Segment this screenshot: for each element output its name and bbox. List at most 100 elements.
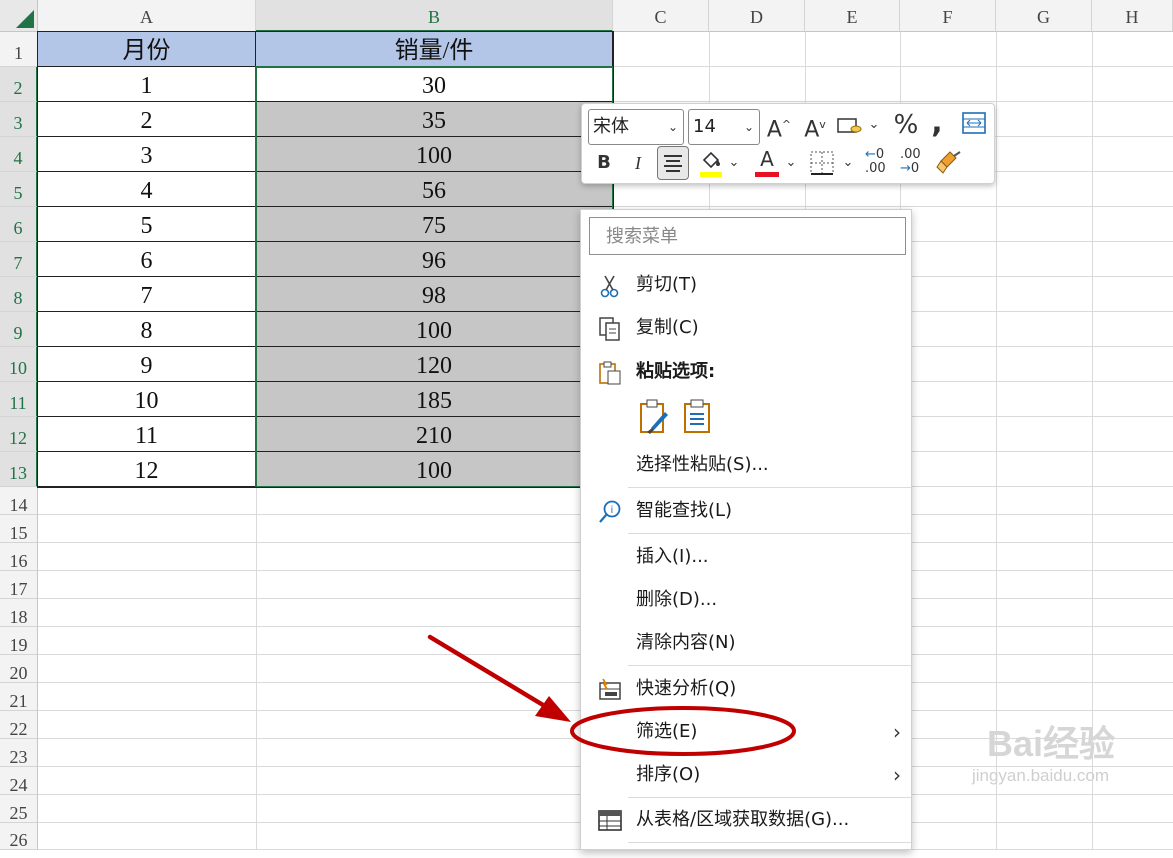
font-shrink-icon[interactable]: Av	[801, 108, 829, 144]
chevron-down-icon[interactable]: ⌄	[727, 146, 741, 180]
column-header-h[interactable]: H	[1092, 0, 1173, 32]
row-header-15[interactable]: 15	[0, 515, 38, 543]
menu-item-get-data[interactable]: 从表格/区域获取数据(G)...	[581, 799, 911, 841]
cell-month[interactable]: 10	[38, 382, 256, 417]
cell-sales[interactable]: 75	[256, 207, 613, 242]
cell-month[interactable]: 6	[38, 242, 256, 277]
column-header-g[interactable]: G	[996, 0, 1092, 32]
italic-icon[interactable]: I	[626, 146, 650, 180]
row-header-24[interactable]: 24	[0, 767, 38, 795]
row-header-18[interactable]: 18	[0, 599, 38, 627]
cell-month[interactable]: 8	[38, 312, 256, 347]
center-align-icon[interactable]	[657, 146, 689, 180]
paste-icon[interactable]	[681, 398, 715, 436]
row-header-26[interactable]: 26	[0, 823, 38, 850]
cell-sales[interactable]: 30	[256, 67, 613, 102]
paste-formatting-icon[interactable]	[637, 398, 671, 436]
borders-icon[interactable]	[809, 150, 835, 176]
increase-decimal-icon[interactable]: ←0.00	[865, 148, 893, 178]
column-header-f[interactable]: F	[900, 0, 996, 32]
cell-sales[interactable]: 100	[256, 452, 613, 487]
row-header-4[interactable]: 4	[0, 137, 38, 172]
menu-item-clear-contents[interactable]: 清除内容(N)	[581, 622, 911, 664]
row-header-21[interactable]: 21	[0, 683, 38, 711]
cell-month[interactable]: 1	[38, 67, 256, 102]
menu-item-insert[interactable]: 插入(I)...	[581, 536, 911, 578]
cell-month[interactable]: 12	[38, 452, 256, 487]
column-header-b[interactable]: B	[256, 0, 613, 32]
chevron-down-icon[interactable]: ⌄	[841, 146, 855, 180]
cell-month[interactable]: 11	[38, 417, 256, 452]
menu-item-filter[interactable]: 筛选(E) ›	[581, 711, 911, 753]
column-header-d[interactable]: D	[709, 0, 805, 32]
column-header-c[interactable]: C	[613, 0, 709, 32]
font-color-icon[interactable]: A	[754, 148, 780, 178]
chevron-down-icon[interactable]: ⌄	[668, 110, 678, 144]
format-painter-icon[interactable]	[936, 148, 964, 178]
row-header-9[interactable]: 9	[0, 312, 38, 347]
cell-month[interactable]: 4	[38, 172, 256, 207]
comma-style-icon[interactable]: ,	[926, 106, 948, 142]
row-header-19[interactable]: 19	[0, 627, 38, 655]
chevron-down-icon[interactable]: ⌄	[784, 146, 798, 180]
menu-item-quick-analysis[interactable]: 快速分析(Q)	[581, 668, 911, 710]
percent-style-icon[interactable]: %	[891, 108, 921, 144]
row-header-5[interactable]: 5	[0, 172, 38, 207]
row-header-3[interactable]: 3	[0, 102, 38, 137]
cell-sales[interactable]: 56	[256, 172, 613, 207]
row-header-1[interactable]: 1	[0, 32, 38, 67]
cell-sales[interactable]: 185	[256, 382, 613, 417]
row-header-13[interactable]: 13	[0, 452, 38, 487]
column-header-a[interactable]: A	[38, 0, 256, 32]
select-all-corner[interactable]	[0, 0, 38, 32]
row-header-7[interactable]: 7	[0, 242, 38, 277]
cell-month[interactable]: 7	[38, 277, 256, 312]
row-header-14[interactable]: 14	[0, 487, 38, 515]
row-header-20[interactable]: 20	[0, 655, 38, 683]
chevron-down-icon[interactable]: ⌄	[867, 108, 881, 144]
row-header-6[interactable]: 6	[0, 207, 38, 242]
menu-separator	[628, 487, 911, 488]
fill-color-icon[interactable]	[698, 148, 724, 178]
row-header-17[interactable]: 17	[0, 571, 38, 599]
cell-sales[interactable]: 100	[256, 137, 613, 172]
menu-item-paste-special[interactable]: 选择性粘贴(S)...	[581, 444, 911, 486]
cell-month[interactable]: 3	[38, 137, 256, 172]
menu-item-delete[interactable]: 删除(D)...	[581, 579, 911, 621]
menu-item-sort[interactable]: 排序(O) ›	[581, 754, 911, 796]
header-cell-month[interactable]: 月份	[38, 32, 256, 67]
cell-sales[interactable]: 120	[256, 347, 613, 382]
row-header-2[interactable]: 2	[0, 67, 38, 102]
font-size-select[interactable]: 14 ⌄	[688, 109, 760, 145]
wrap-text-icon[interactable]	[960, 110, 988, 140]
row-header-8[interactable]: 8	[0, 277, 38, 312]
row-header-12[interactable]: 12	[0, 417, 38, 452]
menu-item-smart-lookup[interactable]: i 智能查找(L)	[581, 490, 911, 532]
row-header-22[interactable]: 22	[0, 711, 38, 739]
menu-item-label: 筛选(E)	[636, 721, 698, 742]
bold-icon[interactable]: B	[592, 146, 616, 180]
header-cell-sales[interactable]: 销量/件	[256, 32, 613, 67]
row-header-10[interactable]: 10	[0, 347, 38, 382]
row-header-11[interactable]: 11	[0, 382, 38, 417]
row-header-16[interactable]: 16	[0, 543, 38, 571]
menu-item-copy[interactable]: 复制(C)	[581, 307, 911, 349]
row-header-23[interactable]: 23	[0, 739, 38, 767]
number-format-icon[interactable]	[834, 108, 866, 144]
cell-sales[interactable]: 35	[256, 102, 613, 137]
cell-month[interactable]: 5	[38, 207, 256, 242]
font-name-select[interactable]: 宋体 ⌄	[588, 109, 684, 145]
row-header-25[interactable]: 25	[0, 795, 38, 823]
cell-month[interactable]: 2	[38, 102, 256, 137]
column-header-e[interactable]: E	[805, 0, 900, 32]
menu-item-cut[interactable]: 剪切(T)	[581, 264, 911, 306]
cell-sales[interactable]: 210	[256, 417, 613, 452]
cell-sales[interactable]: 98	[256, 277, 613, 312]
cell-sales[interactable]: 96	[256, 242, 613, 277]
cell-sales[interactable]: 100	[256, 312, 613, 347]
decrease-decimal-icon[interactable]: .00 →0	[900, 148, 928, 178]
menu-search-input[interactable]: 搜索菜单	[589, 217, 906, 255]
font-grow-icon[interactable]: A^	[765, 108, 793, 144]
chevron-down-icon[interactable]: ⌄	[744, 110, 754, 144]
cell-month[interactable]: 9	[38, 347, 256, 382]
